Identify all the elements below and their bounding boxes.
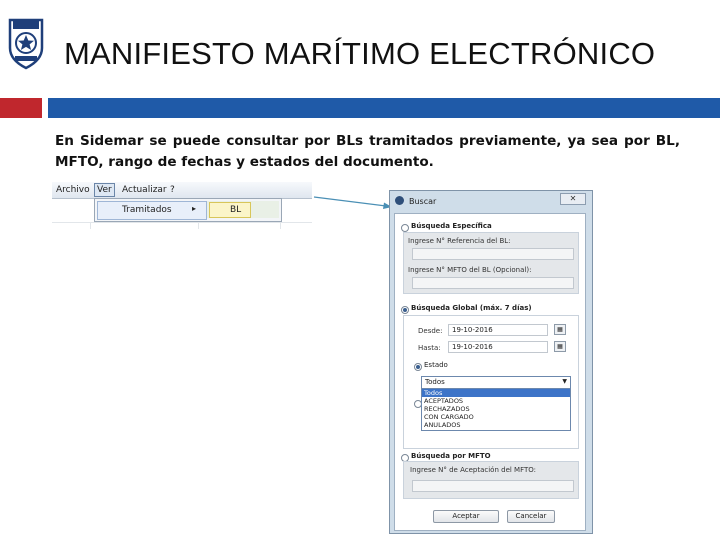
accent-bar-blue <box>48 98 720 118</box>
radio-global[interactable] <box>401 306 409 314</box>
dialog-body: Búsqueda Específica Ingrese N° Referenci… <box>394 213 586 531</box>
calendar-from-icon[interactable]: ▦ <box>554 324 566 335</box>
to-label: Hasta: <box>418 344 441 352</box>
from-label: Desde: <box>418 327 443 335</box>
grid-lines <box>52 222 312 229</box>
option-rechazados[interactable]: RECHAZADOS <box>422 405 570 413</box>
specific-title: Búsqueda Específica <box>411 222 492 230</box>
menu-ver[interactable]: Ver <box>94 183 115 197</box>
app-icon <box>395 196 404 205</box>
description-line-1: En Sidemar se puede consultar por BLs tr… <box>55 133 680 149</box>
connector-arrow-icon <box>313 196 392 209</box>
page-title: MANIFIESTO MARÍTIMO ELECTRÓNICO <box>64 36 656 71</box>
calendar-to-icon[interactable]: ▦ <box>554 341 566 352</box>
option-anulados[interactable]: ANULADOS <box>422 421 570 429</box>
global-title: Búsqueda Global (máx. 7 días) <box>411 304 532 312</box>
mfto-optional-label: Ingrese N° MFTO del BL (Opcional): <box>408 266 532 274</box>
search-dialog: Buscar ✕ Búsqueda Específica Ingrese N° … <box>389 190 593 534</box>
radio-state[interactable] <box>414 363 422 371</box>
menu-help[interactable]: ? <box>170 185 175 195</box>
chevron-down-icon: ▼ <box>562 378 567 385</box>
dialog-titlebar[interactable]: Buscar ✕ <box>390 191 592 211</box>
dialog-title: Buscar <box>409 197 437 206</box>
menu-item-bl[interactable]: BL <box>209 202 251 218</box>
menu-actualizar[interactable]: Actualizar <box>122 185 167 195</box>
tramitados-submenu: BL <box>207 201 279 218</box>
menu-item-bl-label: BL <box>230 205 242 215</box>
cancel-button[interactable]: Cancelar <box>507 510 555 523</box>
from-date-value: 19-10-2016 <box>452 326 493 334</box>
close-button[interactable]: ✕ <box>560 193 586 205</box>
state-options: Todos ACEPTADOS RECHAZADOS CON CARGADO A… <box>421 388 571 431</box>
option-con-cargado[interactable]: CON CARGADO <box>422 413 570 421</box>
menu-archivo[interactable]: Archivo <box>56 185 90 195</box>
menu-screenshot: Archivo Ver Actualizar ? Tramitados ▸ BL <box>52 182 312 229</box>
from-date-input[interactable]: 19-10-2016 <box>448 324 548 336</box>
mfto-label: Ingrese N° de Aceptación del MFTO: <box>410 466 537 474</box>
global-group: Desde: 19-10-2016 ▦ Hasta: 19-10-2016 ▦ … <box>403 315 579 449</box>
description: En Sidemar se puede consultar por BLs tr… <box>55 131 680 173</box>
bl-label: Ingrese N° Referencia del BL: <box>408 237 511 245</box>
to-date-input[interactable]: 19-10-2016 <box>448 341 548 353</box>
specific-group: Ingrese N° Referencia del BL: Ingrese N°… <box>403 232 579 294</box>
to-date-value: 19-10-2016 <box>452 343 493 351</box>
option-todos[interactable]: Todos <box>422 389 570 397</box>
ver-dropdown: Tramitados ▸ BL <box>94 198 282 222</box>
radio-specific[interactable] <box>401 224 409 232</box>
menu-item-tramitados[interactable]: Tramitados ▸ <box>97 201 207 220</box>
state-select-value: Todos <box>425 378 445 386</box>
accent-bar-red <box>0 98 42 118</box>
accept-button[interactable]: Aceptar <box>433 510 499 523</box>
description-line-2: MFTO, rango de fechas y estados del docu… <box>55 154 434 170</box>
menu-bar: Archivo Ver Actualizar ? <box>52 182 312 199</box>
mfto-group: Ingrese N° de Aceptación del MFTO: <box>403 461 579 499</box>
chevron-right-icon: ▸ <box>192 204 197 213</box>
mfto-title: Búsqueda por MFTO <box>411 452 491 460</box>
bl-input[interactable] <box>412 248 574 260</box>
star-badge-icon <box>6 14 46 70</box>
mfto-input[interactable] <box>412 480 574 492</box>
mfto-optional-input[interactable] <box>412 277 574 289</box>
state-title: Estado <box>424 361 448 369</box>
option-aceptados[interactable]: ACEPTADOS <box>422 397 570 405</box>
menu-item-tramitados-label: Tramitados <box>122 205 172 215</box>
